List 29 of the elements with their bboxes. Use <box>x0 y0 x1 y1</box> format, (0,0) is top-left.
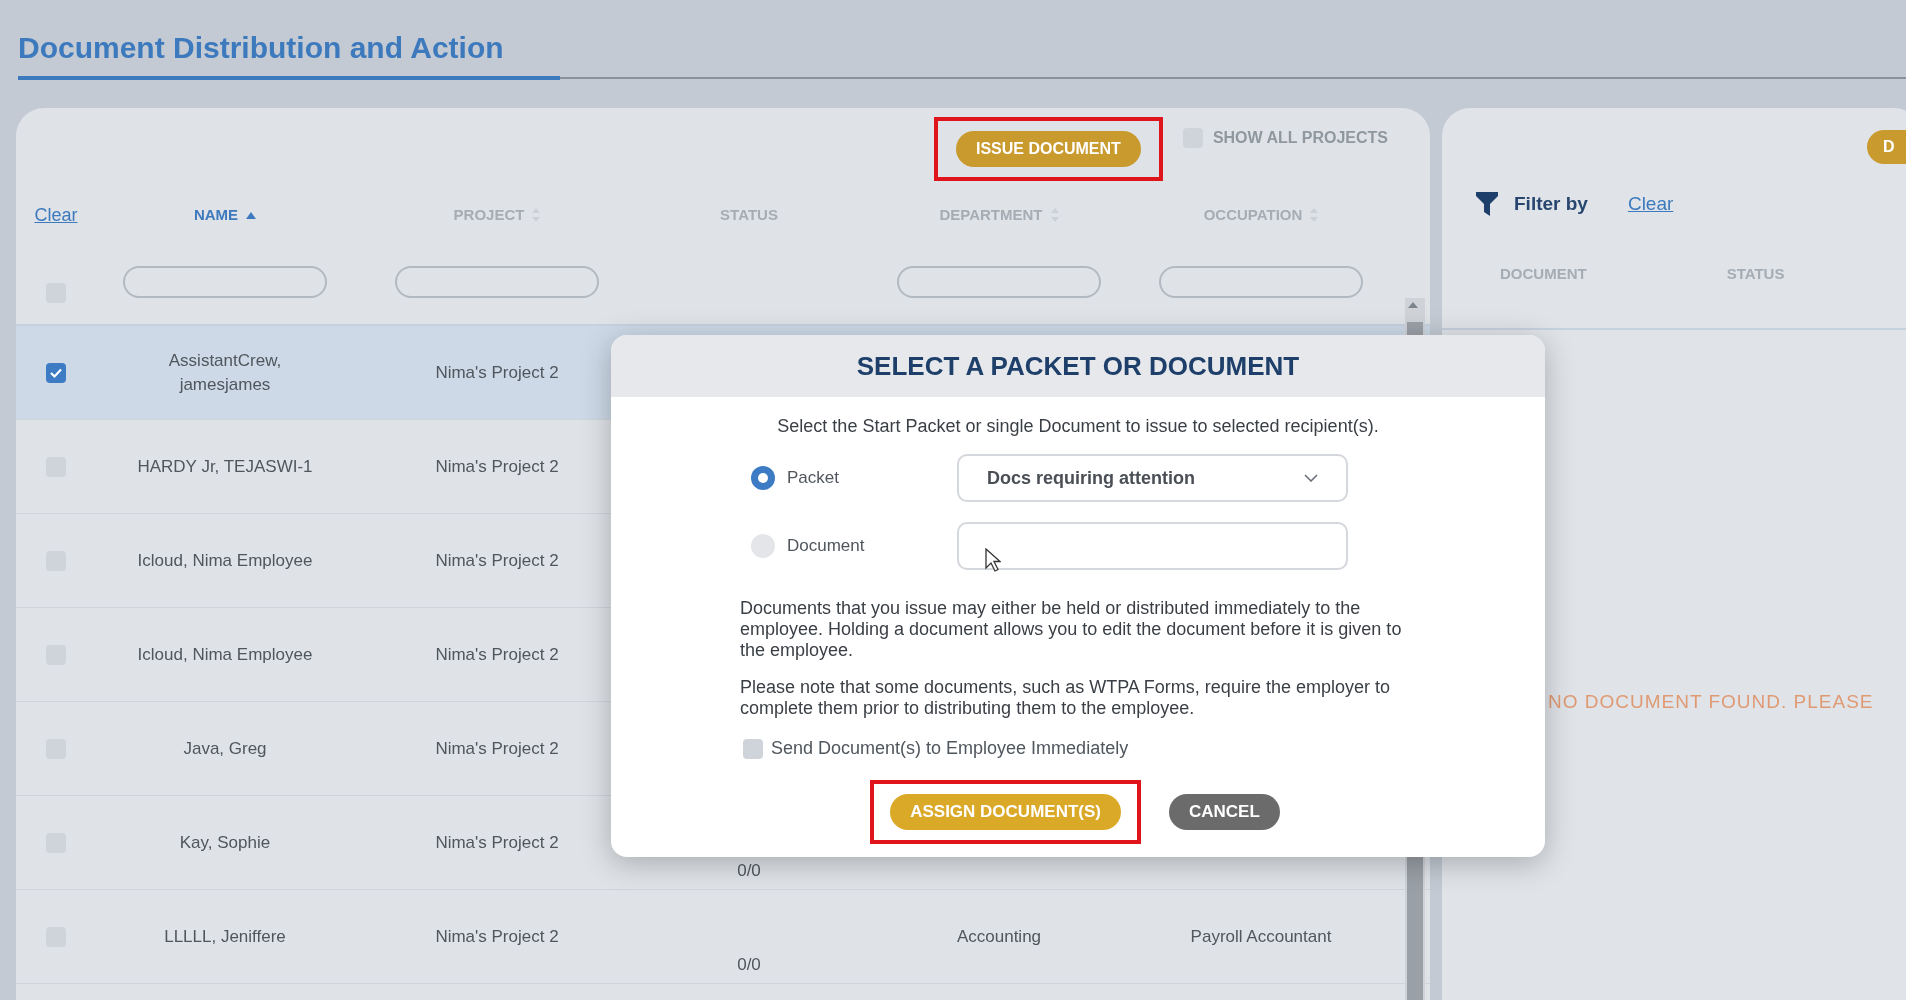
project-name: Nima's Project 2 <box>434 455 560 478</box>
project-name: Nima's Project 2 <box>434 643 560 666</box>
empty-message: NO DOCUMENT FOUND. PLEASE <box>1548 690 1874 714</box>
employee-name: HARDY Jr, TEJASWI-1 <box>137 455 313 478</box>
dialog-note: Documents that you issue may either be held or distributed immediately to the employee. Holding a document allows you to edit the document before it is given to the employee. <box>740 598 1403 661</box>
dialog-intro: Select the Start Packet or single Document to issue to selected recipient(s). <box>776 415 1380 438</box>
project-name: Nima's Project 2 <box>434 925 560 948</box>
project-name: Nima's Project 2 <box>434 831 560 854</box>
filter-label: Filter by <box>1514 191 1588 216</box>
employee-name: LLLLL, Jeniffere <box>164 925 286 948</box>
employee-name: Icloud, Nima Employee <box>137 549 313 572</box>
department-name: Accounting <box>955 925 1043 948</box>
employee-name: Kay, Sophie <box>179 831 271 854</box>
employee-name: AssistantCrew, jamesjames <box>167 349 283 396</box>
employee-name: Java, Greg <box>183 737 267 760</box>
project-name: Nima's Project 2 <box>434 361 560 384</box>
radio-label: Packet <box>787 467 840 490</box>
employee-name: Icloud, Nima Employee <box>137 643 313 666</box>
status-count: 0/0 <box>736 954 762 976</box>
dialog-title: SELECT A PACKET OR DOCUMENT <box>856 349 1300 383</box>
dialog-note: Please note that some documents, such as WTPA Forms, require the employer to complete them prior to distributing them to the employee. <box>740 677 1391 719</box>
checkbox-label: Send Document(s) to Employee Immediately <box>771 737 1129 760</box>
checkbox-label: SHOW ALL PROJECTS <box>1212 128 1388 148</box>
page-title: Document Distribution and Action <box>18 30 505 66</box>
status-count: 0/0 <box>736 860 762 882</box>
radio-label: Document <box>787 535 866 558</box>
occupation-name: Payroll Accountant <box>1189 925 1333 948</box>
project-name: Nima's Project 2 <box>434 549 560 572</box>
project-name: Nima's Project 2 <box>434 737 560 760</box>
